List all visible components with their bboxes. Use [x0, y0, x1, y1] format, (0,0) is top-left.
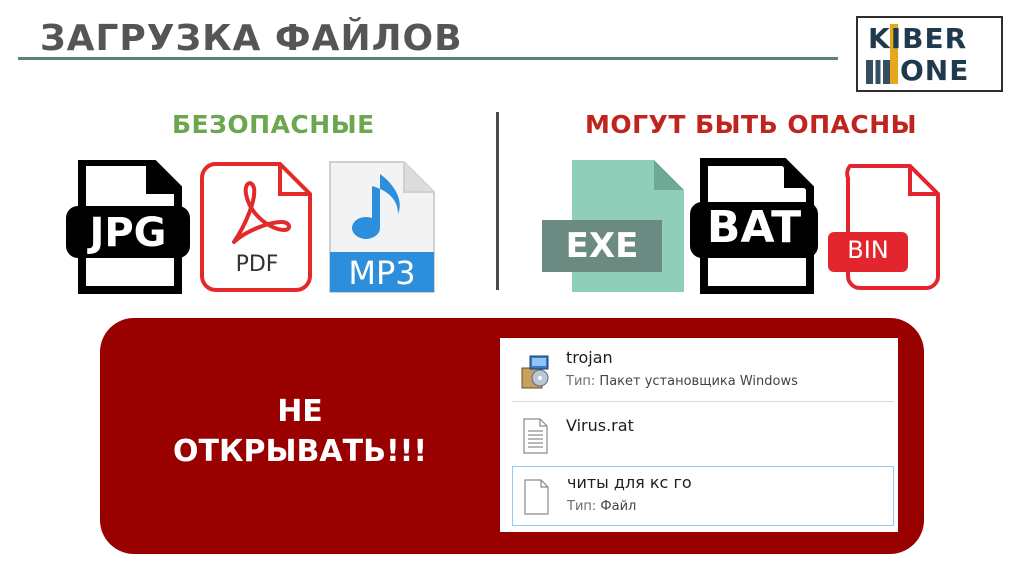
slide: ЗАГРУЗКА ФАЙЛОВ KIBER ONE БЕЗОПАСНЫЕ МОГ…	[0, 0, 1024, 574]
text-document-icon	[523, 418, 548, 454]
title-underline	[18, 57, 838, 60]
file-type: Тип: Пакет установщика Windows	[566, 374, 798, 389]
danger-heading: МОГУТ БЫТЬ ОПАСНЫ	[585, 110, 918, 139]
file-list-item-trojan[interactable]: trojan Тип: Пакет установщика Windows	[512, 342, 894, 402]
mp3-file-icon: MP3	[328, 160, 436, 294]
file-type: Тип: Файл	[567, 499, 636, 514]
logo-word-one: ONE	[900, 54, 970, 87]
jpg-file-icon: JPG	[66, 160, 196, 294]
file-name: Virus.rat	[566, 416, 634, 435]
file-type-value: Файл	[600, 499, 637, 514]
warning-line-2: ОТКРЫВАТЬ!!!	[172, 434, 428, 469]
bin-file-icon: BIN	[828, 162, 942, 292]
bin-file-label: BIN	[847, 236, 889, 264]
blank-file-icon	[524, 479, 549, 515]
warning-message: НЕ ОТКРЫВАТЬ!!!	[160, 392, 440, 472]
warning-line-1: НЕ	[277, 394, 323, 429]
file-type-key: Тип:	[567, 499, 597, 514]
file-name: читы для кс го	[567, 473, 692, 492]
logo-word-kiber: KIBER	[868, 22, 968, 55]
kiberone-logo: KIBER ONE	[856, 16, 1003, 92]
exe-file-label: EXE	[565, 226, 639, 266]
installer-package-icon	[521, 355, 549, 389]
pdf-file-label: PDF	[235, 252, 279, 277]
qr-code-icon	[866, 60, 890, 84]
bat-file-label: BAT	[706, 202, 802, 253]
safe-heading: БЕЗОПАСНЫЕ	[172, 110, 375, 139]
jpg-file-label: JPG	[89, 210, 167, 256]
file-list-item-virus-rat[interactable]: Virus.rat	[512, 406, 894, 466]
file-list-item-cheats[interactable]: читы для кс го Тип: Файл	[512, 466, 894, 526]
mp3-file-label: MP3	[348, 254, 416, 292]
file-type-value: Пакет установщика Windows	[599, 374, 798, 389]
file-type-key: Тип:	[566, 374, 596, 389]
page-title: ЗАГРУЗКА ФАЙЛОВ	[40, 18, 463, 59]
pdf-file-icon: PDF	[198, 160, 316, 294]
section-divider	[496, 112, 499, 290]
bat-file-icon: BAT	[690, 158, 822, 294]
exe-file-icon: EXE	[542, 160, 688, 294]
file-name: trojan	[566, 348, 613, 367]
file-list-screenshot: trojan Тип: Пакет установщика Windows Vi…	[500, 338, 898, 532]
